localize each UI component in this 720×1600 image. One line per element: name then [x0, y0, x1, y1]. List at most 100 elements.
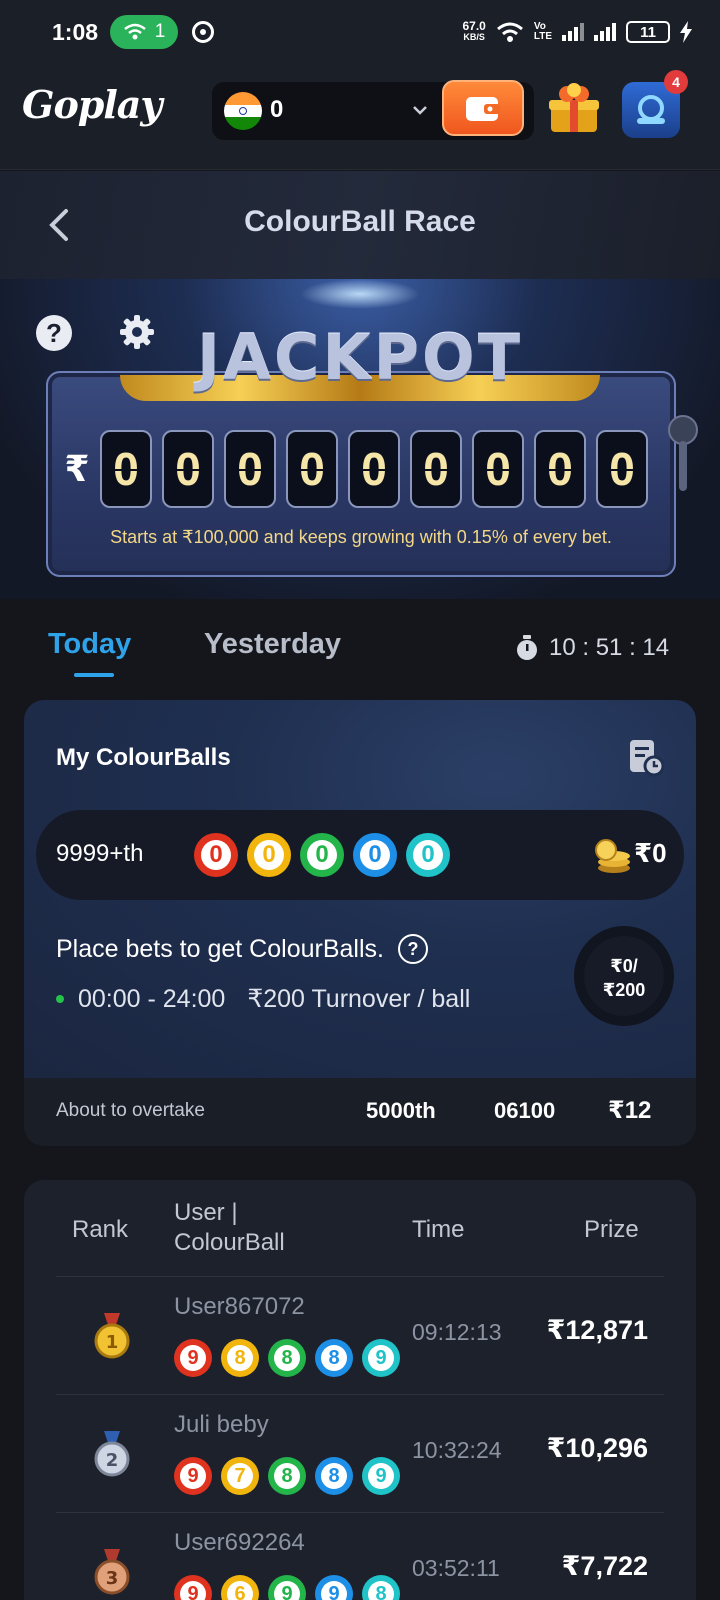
ball-number: 8	[274, 1463, 300, 1489]
hotspot-count: 1	[154, 21, 166, 42]
colour-ball: 6	[221, 1575, 259, 1600]
chevron-down-icon[interactable]	[410, 100, 430, 120]
my-colourballs-title: My ColourBalls	[56, 744, 231, 771]
ball-number: 0	[201, 840, 231, 870]
app-header: Goplay 0 4	[0, 64, 720, 170]
colour-ball: 9	[174, 1339, 212, 1377]
lever-stick	[679, 441, 687, 491]
status-bar: 1:08 1 67.0 KB/S Vo LTE 11	[0, 0, 720, 64]
colour-ball: 0	[353, 833, 397, 877]
ball-number: 9	[180, 1345, 206, 1371]
table-row[interactable]: 2 Juli beby 97889 10:32:24 ₹10,296	[56, 1394, 664, 1512]
row-ball-row: 97889	[174, 1457, 400, 1495]
bronze-medal-icon: 3	[94, 1549, 130, 1595]
jackpot-digit: 0	[162, 430, 214, 508]
overtake-rank: 5000th	[366, 1098, 436, 1123]
ball-number: 9	[368, 1345, 394, 1371]
place-bets-text: Place bets to get ColourBalls.	[56, 934, 384, 963]
header-rank: Rank	[72, 1216, 129, 1243]
colour-ball: 0	[194, 833, 238, 877]
volte-indicator: Vo LTE	[534, 22, 552, 42]
colour-ball: 7	[221, 1457, 259, 1495]
coin-stack-icon	[595, 839, 630, 873]
place-bets-hint: Place bets to get ColourBalls. ?	[56, 934, 428, 964]
jackpot-note: Starts at ₹100,000 and keeps growing wit…	[110, 527, 612, 547]
signal-bars-icon	[562, 23, 584, 41]
ball-number: 7	[227, 1463, 253, 1489]
tab-today[interactable]: Today	[48, 628, 131, 661]
row-prize: ₹12,871	[546, 1315, 648, 1345]
my-rank-pill: 9999+th 00000 ₹0	[36, 810, 684, 900]
jackpot-digit: 0	[286, 430, 338, 508]
row-time: 10:32:24	[412, 1437, 502, 1463]
colour-ball: 0	[300, 833, 344, 877]
row-username: Juli beby	[174, 1411, 269, 1438]
colour-ball: 9	[268, 1575, 306, 1600]
overtake-balls: 06100	[494, 1098, 556, 1123]
active-dot	[56, 995, 64, 1003]
progress-current: ₹0/	[610, 956, 638, 976]
history-icon[interactable]	[626, 738, 666, 778]
gift-chest-icon[interactable]	[545, 80, 603, 138]
row-ball-row: 9 6 9 9 8	[174, 1575, 400, 1600]
active-tab-indicator	[74, 673, 114, 677]
volte-bottom: LTE	[533, 31, 552, 42]
ball-number: 9	[274, 1581, 300, 1600]
my-colourballs-card: My ColourBalls 9999+th 00000 ₹0 Place be…	[24, 700, 696, 1146]
ball-number: 6	[227, 1581, 253, 1600]
colour-ball: 9	[362, 1339, 400, 1377]
wifi-signal-icon	[496, 22, 523, 42]
wifi-icon	[123, 23, 146, 40]
balance-amount: 0	[270, 96, 284, 123]
jackpot-counter: ₹ 0 0 0 0 0 0 0 0 0	[62, 429, 662, 509]
overtake-label: About to overtake	[56, 1100, 205, 1121]
colour-ball: 8	[268, 1339, 306, 1377]
header-time: Time	[412, 1216, 465, 1243]
goplay-logo[interactable]: Goplay	[22, 82, 163, 127]
jackpot-digit: 0	[596, 430, 648, 508]
my-ball-row: 00000	[194, 833, 450, 877]
header-user-line2: ColourBall	[174, 1229, 285, 1256]
jackpot-banner: ? JACKPOT ₹ 0 0 0 0 0 0 0 0 0 Starts at …	[0, 279, 720, 599]
colour-ball: 0	[247, 833, 291, 877]
ball-number: 9	[180, 1581, 206, 1600]
jackpot-digit: 0	[100, 430, 152, 508]
table-row[interactable]: 1 User867072 98889 09:12:13 ₹12,871	[56, 1276, 664, 1394]
india-flag-icon	[224, 92, 262, 130]
jackpot-digit: 0	[472, 430, 524, 508]
jackpot-digit: 0	[410, 430, 462, 508]
ball-number: 8	[274, 1345, 300, 1371]
battery-icon: 11	[626, 21, 670, 43]
tab-yesterday[interactable]: Yesterday	[204, 628, 341, 661]
battery-level: 11	[640, 23, 656, 41]
table-row[interactable]: 3 User692264 9 6 9 9 8 03:52:11 ₹7,722	[56, 1512, 664, 1600]
jackpot-digit: 0	[224, 430, 276, 508]
hotspot-indicator: 1	[110, 15, 179, 49]
colour-ball: 8	[221, 1339, 259, 1377]
ball-number: 8	[368, 1581, 394, 1600]
overtake-prize: ₹12	[608, 1097, 652, 1124]
row-time: 03:52:11	[412, 1555, 500, 1581]
day-tabs: Today Yesterday 10 : 51 : 14	[0, 620, 720, 680]
ball-number: 9	[321, 1581, 347, 1600]
ball-number: 0	[360, 840, 390, 870]
header-user: User | ColourBall	[174, 1198, 285, 1258]
colour-ball: 9	[174, 1457, 212, 1495]
colour-ball: 0	[406, 833, 450, 877]
colour-ball: 9	[315, 1575, 353, 1600]
svg-text:2: 2	[106, 1450, 119, 1471]
ball-number: 9	[368, 1463, 394, 1489]
header-user-line1: User |	[174, 1199, 238, 1226]
colour-ball: 8	[315, 1457, 353, 1495]
row-time: 09:12:13	[412, 1319, 502, 1345]
colour-ball: 8	[268, 1457, 306, 1495]
row-username: User692264	[174, 1529, 305, 1556]
wallet-button[interactable]	[442, 80, 524, 136]
stopwatch-icon	[517, 635, 537, 660]
ball-number: 0	[307, 840, 337, 870]
question-icon[interactable]: ?	[397, 934, 428, 964]
jackpot-digit: 0	[534, 430, 586, 508]
progress-target: ₹200	[602, 980, 646, 1000]
colour-ball: 9	[174, 1575, 212, 1600]
countdown-timer: 10 : 51 : 14	[515, 634, 669, 662]
